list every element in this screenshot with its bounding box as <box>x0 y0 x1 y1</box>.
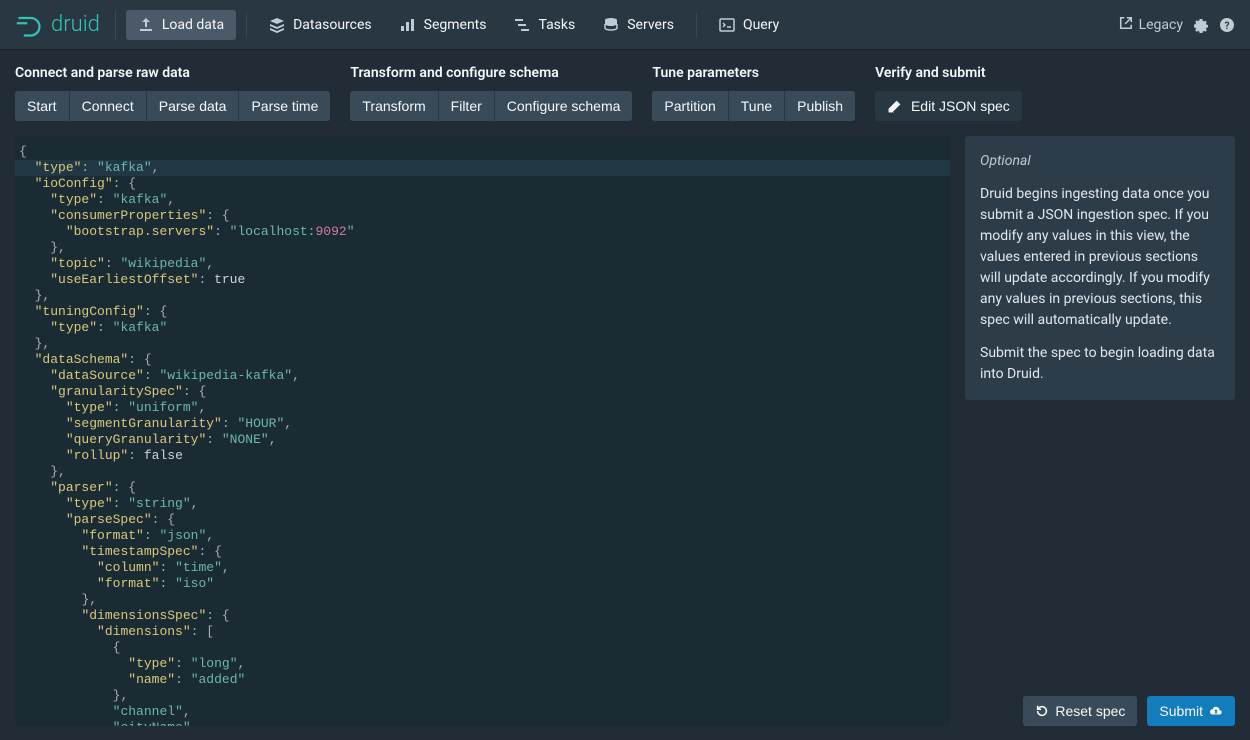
nav-load-data-label: Load data <box>162 17 224 33</box>
step-tune[interactable]: Tune <box>729 91 785 121</box>
step-parse-time[interactable]: Parse time <box>239 91 330 121</box>
json-editor[interactable]: { "type": "kafka", "ioConfig": { "type":… <box>15 136 950 726</box>
step-connect[interactable]: Connect <box>70 91 147 121</box>
step-group-transform: Transform and configure schema Transform… <box>350 65 632 121</box>
console-icon <box>719 17 735 33</box>
info-box: Optional Druid begins ingesting data onc… <box>965 136 1235 400</box>
help-icon[interactable]: ? <box>1219 17 1235 33</box>
step-edit-json-label: Edit JSON spec <box>911 98 1010 114</box>
layers-icon <box>269 17 285 33</box>
chart-icon <box>400 17 416 33</box>
upload-icon <box>138 17 154 33</box>
reset-spec-button[interactable]: Reset spec <box>1023 696 1137 726</box>
nav-query-label: Query <box>743 17 779 33</box>
nav-tasks-label: Tasks <box>538 17 575 33</box>
legacy-link[interactable]: Legacy <box>1119 16 1183 34</box>
nav-servers[interactable]: Servers <box>591 10 686 40</box>
nav-datasources-label: Datasources <box>293 17 372 33</box>
step-group-label: Connect and parse raw data <box>15 65 330 81</box>
step-group-label: Verify and submit <box>875 65 1022 81</box>
nav-query[interactable]: Query <box>707 10 791 40</box>
side-panel: Optional Druid begins ingesting data onc… <box>965 136 1235 726</box>
nav-datasources[interactable]: Datasources <box>257 10 384 40</box>
info-optional: Optional <box>980 151 1220 172</box>
step-filter[interactable]: Filter <box>439 91 495 121</box>
nav-divider <box>246 13 247 37</box>
nav-divider <box>696 13 697 37</box>
nav-servers-label: Servers <box>627 17 674 33</box>
side-actions: Reset spec Submit <box>965 681 1235 726</box>
info-paragraph: Druid begins ingesting data once you sub… <box>980 184 1220 331</box>
top-nav: druid Load data Datasources Segments Tas… <box>0 0 1250 50</box>
main-content: { "type": "kafka", "ioConfig": { "type":… <box>0 121 1250 740</box>
external-link-icon <box>1119 16 1133 34</box>
database-icon <box>603 17 619 33</box>
step-group-tune: Tune parameters Partition Tune Publish <box>652 65 855 121</box>
edit-icon <box>887 100 901 114</box>
app-name: druid <box>51 12 100 37</box>
svg-text:?: ? <box>1225 21 1230 32</box>
submit-button[interactable]: Submit <box>1147 696 1235 726</box>
legacy-label: Legacy <box>1139 17 1183 33</box>
step-configure-schema[interactable]: Configure schema <box>495 91 633 121</box>
step-group-connect: Connect and parse raw data Start Connect… <box>15 65 330 121</box>
step-partition[interactable]: Partition <box>652 91 728 121</box>
step-group-verify: Verify and submit Edit JSON spec <box>875 65 1022 121</box>
nav-load-data[interactable]: Load data <box>126 10 236 40</box>
gear-icon[interactable] <box>1193 17 1209 33</box>
nav-tasks[interactable]: Tasks <box>502 10 587 40</box>
step-parse-data[interactable]: Parse data <box>147 91 240 121</box>
submit-label: Submit <box>1159 703 1203 719</box>
step-publish[interactable]: Publish <box>785 91 855 121</box>
druid-logo-icon <box>15 11 43 39</box>
step-group-label: Transform and configure schema <box>350 65 632 81</box>
step-start[interactable]: Start <box>15 91 70 121</box>
reset-icon <box>1035 704 1049 718</box>
step-group-label: Tune parameters <box>652 65 855 81</box>
nav-segments[interactable]: Segments <box>388 10 499 40</box>
steps-bar: Connect and parse raw data Start Connect… <box>0 50 1250 121</box>
step-edit-json[interactable]: Edit JSON spec <box>875 91 1022 121</box>
upload-cloud-icon <box>1209 704 1223 718</box>
gantt-icon <box>514 17 530 33</box>
info-paragraph: Submit the spec to begin loading data in… <box>980 343 1220 385</box>
logo[interactable]: druid <box>15 11 116 39</box>
json-code: { "type": "kafka", "ioConfig": { "type":… <box>19 144 946 726</box>
step-transform[interactable]: Transform <box>350 91 438 121</box>
reset-label: Reset spec <box>1055 703 1125 719</box>
nav-segments-label: Segments <box>424 17 487 33</box>
